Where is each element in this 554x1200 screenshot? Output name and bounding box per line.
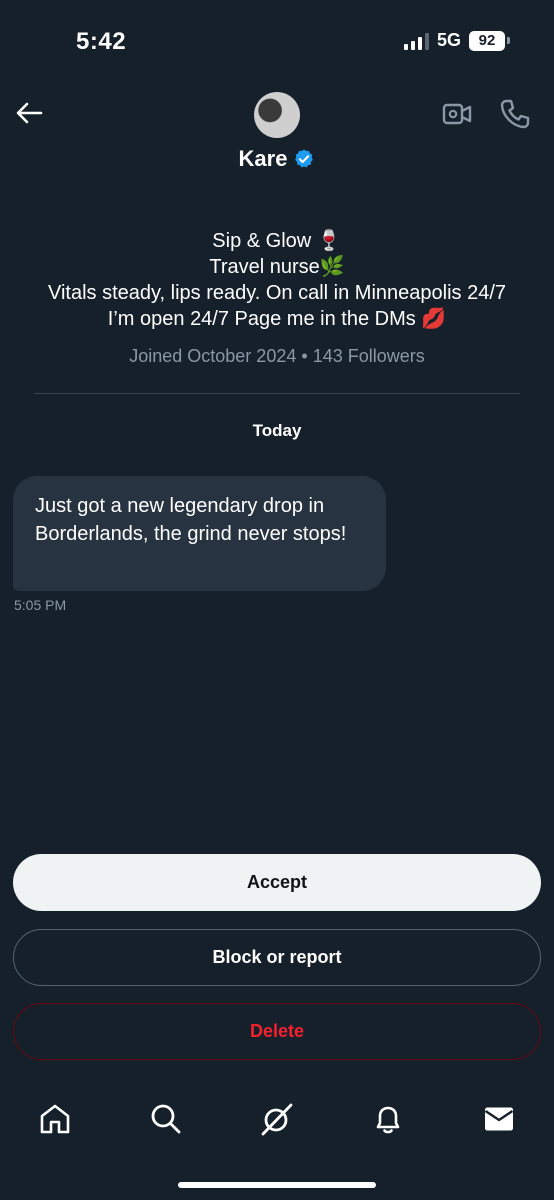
nav-search[interactable] (146, 1099, 186, 1139)
bio-line: I’m open 24/7 Page me in the DMs 💋 (107, 308, 447, 330)
status-time: 5:42 (76, 28, 127, 55)
bottom-nav (0, 1085, 554, 1155)
nav-notifications[interactable] (368, 1099, 408, 1139)
bio-line: Sip & Glow 🍷 (212, 230, 342, 252)
phone-icon (500, 99, 530, 129)
status-indicators: 5G 92 (403, 30, 510, 51)
battery-level: 92 (469, 30, 505, 51)
joined-date: Joined October 2024 (129, 346, 297, 366)
delete-button[interactable]: Delete (13, 1003, 541, 1060)
network-type: 5G (436, 30, 461, 50)
verified-badge-icon (295, 149, 314, 168)
nav-messages[interactable] (479, 1099, 519, 1139)
bio-line: Travel nurse🌿 (209, 256, 345, 278)
avatar[interactable] (254, 92, 300, 138)
date-label: Today (252, 421, 302, 440)
profile-bio: Sip & Glow 🍷 Travel nurse🌿 Vitals steady… (0, 228, 554, 332)
divider (34, 393, 520, 394)
signal-icon (403, 32, 429, 50)
profile-meta: Joined October 2024 • 143 Followers (0, 346, 554, 367)
accept-button[interactable]: Accept (13, 854, 541, 911)
notifications-icon (376, 1106, 400, 1134)
messages-icon (484, 1107, 514, 1131)
arrow-left-icon (16, 102, 43, 124)
home-icon (40, 1104, 70, 1134)
search-icon (151, 1104, 181, 1134)
back-button[interactable] (12, 96, 46, 130)
profile-name: Kare (238, 146, 288, 171)
status-bar: 5:42 5G 92 (0, 0, 554, 80)
video-call-icon (442, 103, 472, 125)
home-indicator[interactable] (178, 1182, 376, 1188)
message-bubble[interactable]: Just got a new legendary drop in Borderl… (13, 476, 386, 591)
bio-line: Vitals steady, lips ready. On call in Mi… (47, 282, 507, 304)
nav-home[interactable] (35, 1099, 75, 1139)
phone-call-button[interactable] (498, 97, 532, 131)
video-call-button[interactable] (441, 98, 473, 130)
block-or-report-button[interactable]: Block or report (13, 929, 541, 986)
nav-grok[interactable] (257, 1099, 297, 1139)
meta-separator: • (301, 346, 308, 366)
message-timestamp: 5:05 PM (14, 597, 67, 613)
followers-count[interactable]: 143 Followers (313, 346, 425, 366)
profile-name-row[interactable]: Kare (0, 146, 554, 172)
grok-icon (261, 1103, 293, 1136)
battery-icon: 92 (469, 30, 510, 51)
